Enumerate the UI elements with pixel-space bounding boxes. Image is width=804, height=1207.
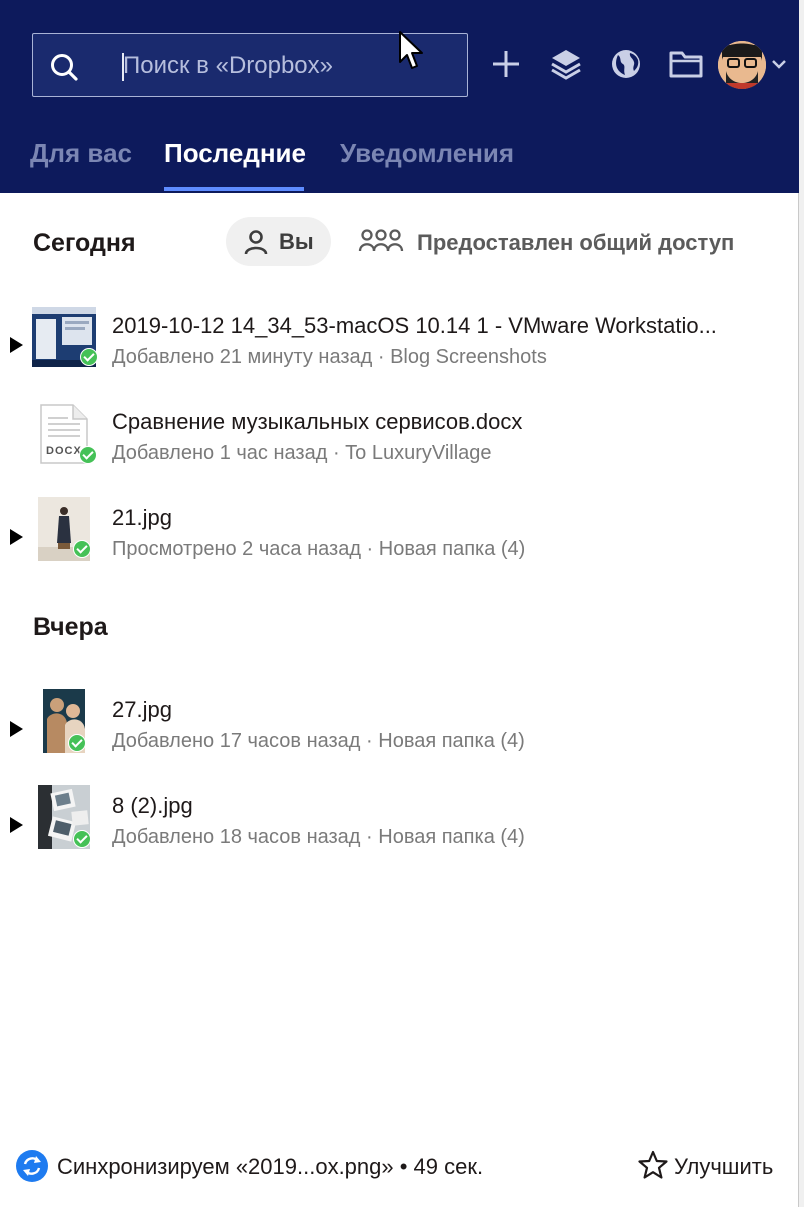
avatar-image [718,41,766,89]
file-meta: Добавлено 18 часов назад · Новая папка (… [112,826,525,848]
active-tab-indicator [164,187,304,191]
filter-you-label: Вы [279,229,314,254]
expand-arrow-icon[interactable] [10,721,23,737]
file-meta: Добавлено 1 час назад · To LuxuryVillage [112,442,492,464]
person-icon [244,230,268,255]
layers-icon [551,50,581,80]
folder-button[interactable] [664,42,708,86]
search-icon [51,54,78,81]
file-meta: Добавлено 17 часов назад · Новая папка (… [112,730,525,752]
sync-icon [16,1150,48,1182]
header: Для вас Последние Уведомления [0,0,799,193]
section-title-yesterday: Вчера [33,613,108,641]
list-item[interactable]: 27.jpg Добавлено 17 часов назад · Новая … [0,689,799,771]
window-edge [799,0,804,1207]
layers-button[interactable] [544,42,588,86]
sync-status-text: Синхронизируем «2019...ox.png» • 49 сек. [57,1154,484,1179]
globe-icon [612,50,640,78]
list-item[interactable]: 2019-10-12 14_34_53-macOS 10.14 1 - VMwa… [0,307,799,387]
file-name: 21.jpg [112,505,172,530]
synced-check-icon [79,446,97,464]
expand-arrow-icon[interactable] [10,817,23,833]
tab-recent[interactable]: Последние [164,138,306,169]
avatar[interactable] [718,41,766,89]
dropbox-window: Для вас Последние Уведомления Сегодня Вы… [0,0,799,1207]
web-button[interactable] [604,42,648,86]
list-item[interactable]: 21.jpg Просмотрено 2 часа назад · Новая … [0,497,799,579]
plus-icon [493,51,519,77]
expand-arrow-icon[interactable] [10,337,23,353]
tab-notifications[interactable]: Уведомления [340,138,514,169]
file-name: 27.jpg [112,697,172,722]
tab-for-you[interactable]: Для вас [30,138,132,169]
synced-check-icon [68,734,86,752]
file-meta: Добавлено 21 минуту назад · Blog Screens… [112,346,547,368]
chevron-down-icon[interactable] [770,55,788,73]
group-icon [358,229,404,252]
docx-badge: DOCX [46,445,82,457]
filter-you-button[interactable]: Вы [226,217,331,266]
upgrade-label: Улучшить [674,1154,774,1179]
expand-arrow-icon[interactable] [10,529,23,545]
list-item[interactable]: 8 (2).jpg Добавлено 18 часов назад · Нов… [0,785,799,867]
star-icon [638,1150,668,1179]
add-button[interactable] [484,42,528,86]
filter-shared-label: Предоставлен общий доступ [417,230,735,255]
synced-check-icon [80,348,98,366]
file-name: 8 (2).jpg [112,793,193,818]
mouse-cursor-icon [399,31,423,69]
status-bar: Синхронизируем «2019...ox.png» • 49 сек.… [0,1140,799,1196]
section-title-today: Сегодня [33,229,136,257]
file-name: 2019-10-12 14_34_53-macOS 10.14 1 - VMwa… [112,313,717,338]
folder-icon [669,51,703,78]
file-name: Сравнение музыкальных сервисов.docx [112,409,523,434]
synced-check-icon [73,540,91,558]
synced-check-icon [73,830,91,848]
list-item[interactable]: DOCX Сравнение музыкальных сервисов.docx… [0,403,799,483]
file-meta: Просмотрено 2 часа назад · Новая папка (… [112,538,526,560]
tab-bar: Для вас Последние Уведомления [0,130,799,193]
